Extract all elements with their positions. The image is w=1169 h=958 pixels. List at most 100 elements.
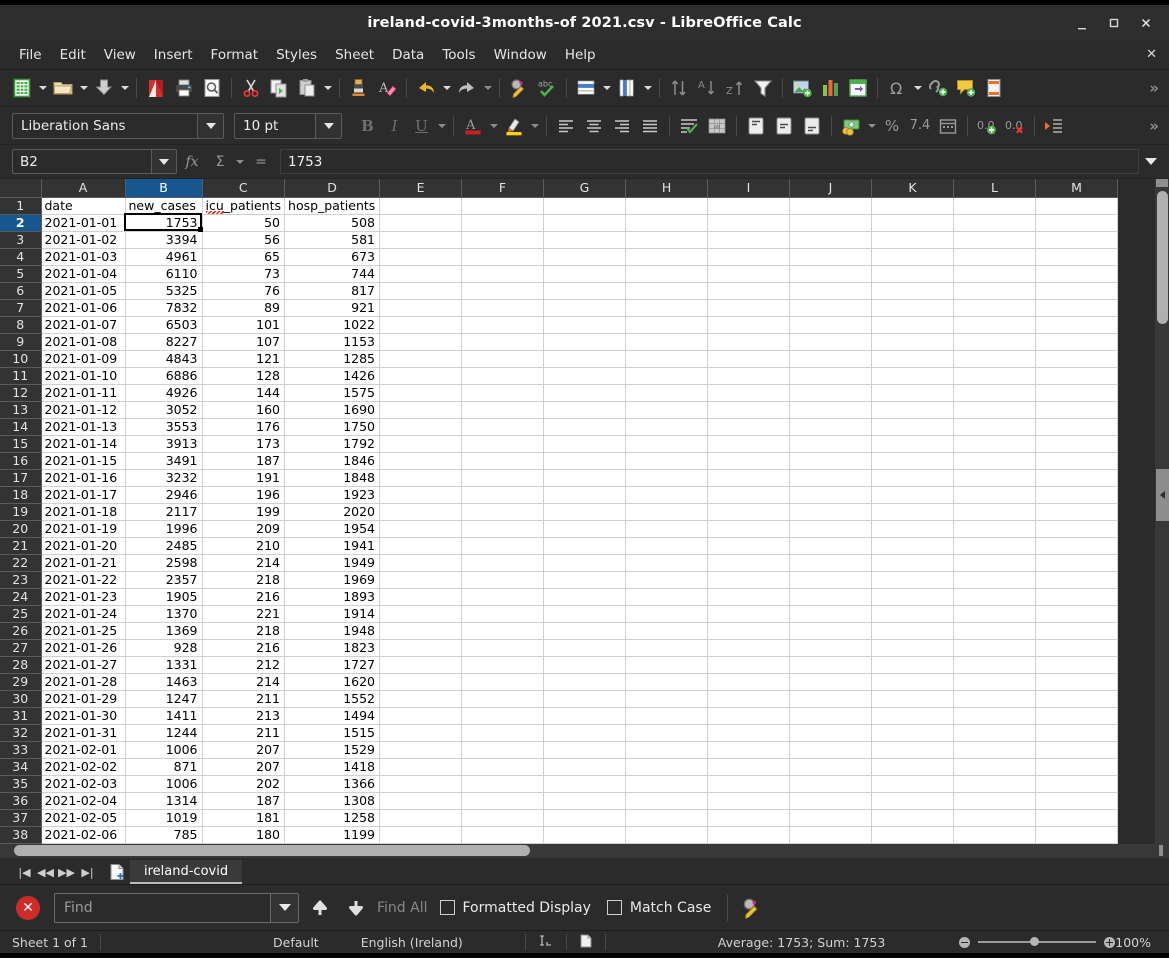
cell-C20[interactable]: 209 bbox=[202, 520, 286, 538]
cell-G2[interactable] bbox=[543, 214, 627, 232]
column-header-k[interactable]: K bbox=[871, 179, 955, 198]
cell-A20[interactable]: 2021-01-19 bbox=[41, 520, 126, 538]
cell-L30[interactable] bbox=[953, 690, 1037, 708]
cell-F8[interactable] bbox=[461, 316, 545, 334]
cell-M24[interactable] bbox=[1035, 588, 1119, 606]
clear-formatting-icon[interactable]: A bbox=[373, 74, 401, 102]
cell-K29[interactable] bbox=[871, 673, 955, 691]
cell-C9[interactable]: 107 bbox=[202, 333, 286, 351]
row-header-31[interactable]: 31 bbox=[0, 707, 42, 725]
cell-J36[interactable] bbox=[789, 792, 873, 810]
cell-K14[interactable] bbox=[871, 418, 955, 436]
cell-B36[interactable]: 1314 bbox=[125, 792, 203, 810]
cell-D32[interactable]: 1515 bbox=[284, 724, 381, 742]
cell-J16[interactable] bbox=[789, 452, 873, 470]
save-dropdown[interactable] bbox=[118, 74, 131, 102]
cell-A4[interactable]: 2021-01-03 bbox=[41, 248, 126, 266]
cell-K20[interactable] bbox=[871, 520, 955, 538]
cell-K21[interactable] bbox=[871, 537, 955, 555]
cell-H7[interactable] bbox=[625, 299, 709, 317]
cell-H36[interactable] bbox=[625, 792, 709, 810]
cell-B15[interactable]: 3913 bbox=[125, 435, 203, 453]
row-header-24[interactable]: 24 bbox=[0, 588, 42, 606]
cell-A13[interactable]: 2021-01-12 bbox=[41, 401, 126, 419]
cell-F21[interactable] bbox=[461, 537, 545, 555]
cell-H1[interactable] bbox=[625, 197, 709, 215]
cell-M8[interactable] bbox=[1035, 316, 1119, 334]
cell-D17[interactable]: 1848 bbox=[284, 469, 381, 487]
cell-J21[interactable] bbox=[789, 537, 873, 555]
cell-M15[interactable] bbox=[1035, 435, 1119, 453]
vertical-split-handle[interactable] bbox=[1156, 179, 1168, 187]
expand-formula-bar-icon[interactable] bbox=[1141, 152, 1161, 172]
cell-L19[interactable] bbox=[953, 503, 1037, 521]
cell-A30[interactable]: 2021-01-29 bbox=[41, 690, 126, 708]
cell-M6[interactable] bbox=[1035, 282, 1119, 300]
cell-E29[interactable] bbox=[379, 673, 463, 691]
cell-M28[interactable] bbox=[1035, 656, 1119, 674]
sum-dropdown[interactable] bbox=[233, 148, 246, 176]
cell-M11[interactable] bbox=[1035, 367, 1119, 385]
sheet-tab-ireland-covid[interactable]: ireland-covid bbox=[130, 860, 243, 884]
cell-M2[interactable] bbox=[1035, 214, 1119, 232]
cell-G6[interactable] bbox=[543, 282, 627, 300]
cell-C23[interactable]: 218 bbox=[202, 571, 286, 589]
cell-K31[interactable] bbox=[871, 707, 955, 725]
special-character-dropdown[interactable] bbox=[911, 74, 924, 102]
cell-M20[interactable] bbox=[1035, 520, 1119, 538]
cell-E9[interactable] bbox=[379, 333, 463, 351]
cell-L23[interactable] bbox=[953, 571, 1037, 589]
cell-L4[interactable] bbox=[953, 248, 1037, 266]
cell-K34[interactable] bbox=[871, 758, 955, 776]
cell-L16[interactable] bbox=[953, 452, 1037, 470]
add-sheet-icon[interactable] bbox=[104, 860, 130, 884]
cell-C31[interactable]: 213 bbox=[202, 707, 286, 725]
formula-input-line[interactable]: 1753 bbox=[280, 149, 1139, 174]
cell-G36[interactable] bbox=[543, 792, 627, 810]
cell-G28[interactable] bbox=[543, 656, 627, 674]
insert-image-icon[interactable] bbox=[788, 74, 816, 102]
cell-A11[interactable]: 2021-01-10 bbox=[41, 367, 126, 385]
cell-I8[interactable] bbox=[707, 316, 791, 334]
cell-H29[interactable] bbox=[625, 673, 709, 691]
align-bottom-icon[interactable] bbox=[798, 112, 826, 140]
cell-F6[interactable] bbox=[461, 282, 545, 300]
horizontal-split-handle[interactable] bbox=[1154, 844, 1169, 858]
cell-G37[interactable] bbox=[543, 809, 627, 827]
cell-H32[interactable] bbox=[625, 724, 709, 742]
cell-M36[interactable] bbox=[1035, 792, 1119, 810]
sum-icon[interactable]: Σ bbox=[207, 149, 233, 175]
cell-G4[interactable] bbox=[543, 248, 627, 266]
cell-G34[interactable] bbox=[543, 758, 627, 776]
cell-A3[interactable]: 2021-01-02 bbox=[41, 231, 126, 249]
cell-C16[interactable]: 187 bbox=[202, 452, 286, 470]
cell-B20[interactable]: 1996 bbox=[125, 520, 203, 538]
row-header-12[interactable]: 12 bbox=[0, 384, 42, 402]
row-header-23[interactable]: 23 bbox=[0, 571, 42, 589]
cell-K11[interactable] bbox=[871, 367, 955, 385]
format-date-icon[interactable] bbox=[934, 112, 962, 140]
cell-E35[interactable] bbox=[379, 775, 463, 793]
cell-J11[interactable] bbox=[789, 367, 873, 385]
cell-F9[interactable] bbox=[461, 333, 545, 351]
cell-F19[interactable] bbox=[461, 503, 545, 521]
cell-H10[interactable] bbox=[625, 350, 709, 368]
search-history-dropdown-icon[interactable] bbox=[270, 893, 298, 922]
cell-H31[interactable] bbox=[625, 707, 709, 725]
cell-K24[interactable] bbox=[871, 588, 955, 606]
cell-J14[interactable] bbox=[789, 418, 873, 436]
selection-mode-icon[interactable] bbox=[526, 934, 566, 951]
cell-H12[interactable] bbox=[625, 384, 709, 402]
save-icon[interactable] bbox=[90, 74, 118, 102]
cell-M17[interactable] bbox=[1035, 469, 1119, 487]
cell-M27[interactable] bbox=[1035, 639, 1119, 657]
cell-C37[interactable]: 181 bbox=[202, 809, 286, 827]
insert-row-dropdown[interactable] bbox=[600, 74, 613, 102]
row-header-4[interactable]: 4 bbox=[0, 248, 42, 266]
cell-E5[interactable] bbox=[379, 265, 463, 283]
cell-M9[interactable] bbox=[1035, 333, 1119, 351]
cell-A36[interactable]: 2021-02-04 bbox=[41, 792, 126, 810]
cell-L31[interactable] bbox=[953, 707, 1037, 725]
cell-I38[interactable] bbox=[707, 826, 791, 844]
cell-M38[interactable] bbox=[1035, 826, 1119, 844]
